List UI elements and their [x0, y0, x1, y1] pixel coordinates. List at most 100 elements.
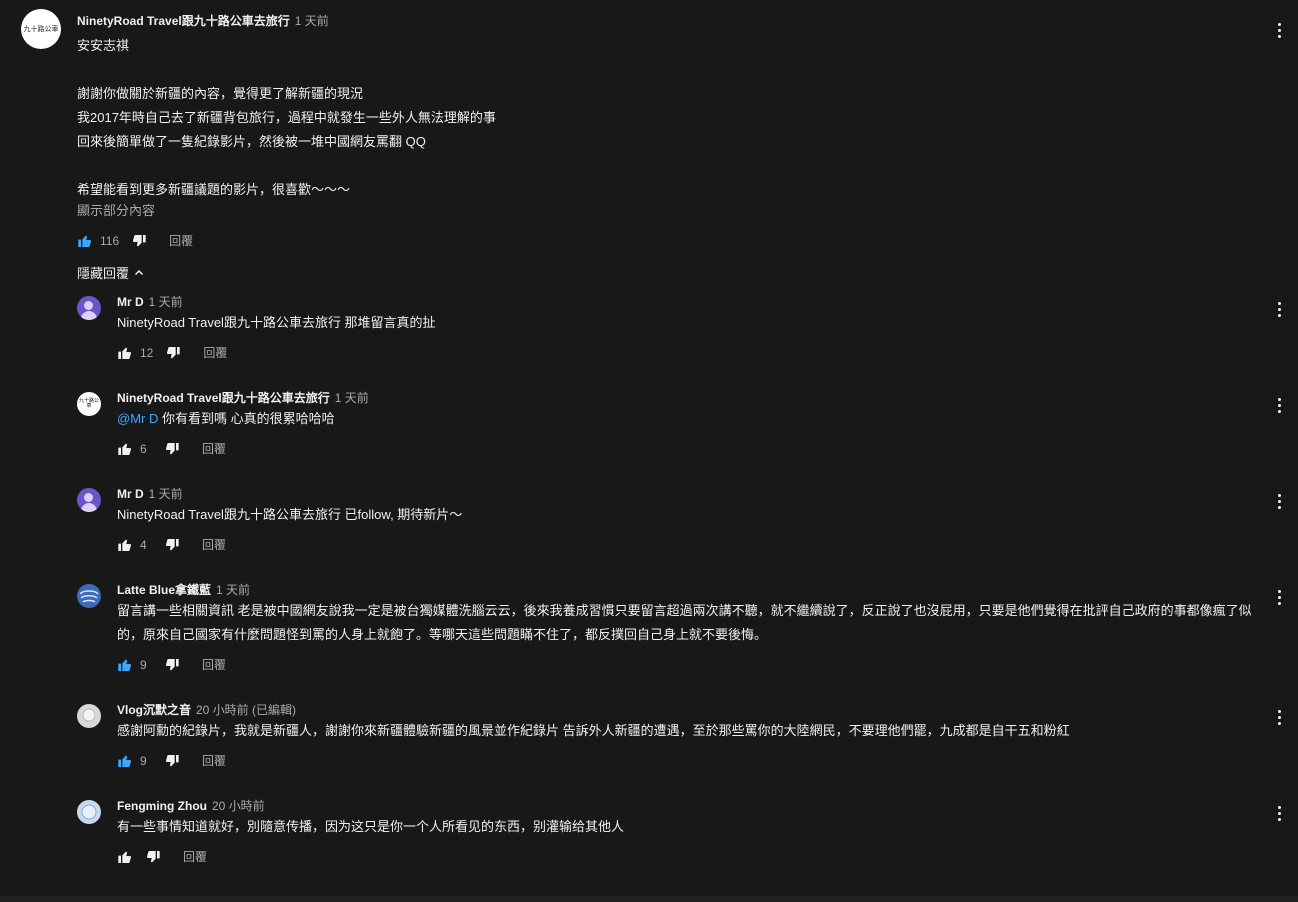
- reply-comment: Fengming Zhou 20 小時前 有一些事情知道就好，別隨意传播，因为这…: [0, 797, 1298, 893]
- more-actions-icon[interactable]: [1271, 802, 1287, 824]
- dislike-button[interactable]: [165, 345, 181, 361]
- like-button[interactable]: [117, 849, 133, 865]
- author-name[interactable]: NinetyRoad Travel跟九十路公車去旅行: [77, 12, 290, 29]
- thumbs-up-icon: [118, 443, 132, 455]
- author-name[interactable]: Fengming Zhou: [117, 799, 207, 813]
- reply-button[interactable]: 回覆: [202, 440, 226, 457]
- comment-header: Mr D 1 天前: [117, 485, 183, 502]
- show-more-link[interactable]: 顯示部分內容: [77, 200, 155, 219]
- more-actions-icon[interactable]: [1271, 298, 1287, 320]
- like-button[interactable]: [117, 753, 133, 769]
- top-comment: 九十路公車 NinetyRoad Travel跟九十路公車去旅行 1 天前 安安…: [0, 0, 1298, 264]
- timestamp[interactable]: 1 天前: [295, 12, 329, 29]
- more-actions-icon[interactable]: [1271, 586, 1287, 608]
- avatar[interactable]: 九十路公車: [21, 9, 61, 49]
- hide-replies-label: 隱藏回覆: [77, 266, 130, 281]
- comment-body: 安安志祺 謝謝你做關於新疆的內容，覺得更了解新疆的現況 我2017年時自己去了新…: [77, 34, 797, 202]
- like-button[interactable]: [117, 441, 133, 457]
- like-count: 6: [140, 441, 147, 456]
- timestamp[interactable]: 20 小時前 (已編輯): [196, 701, 296, 718]
- like-button[interactable]: [77, 233, 93, 249]
- comment-line: 回來後簡單做了一隻紀錄影片，然後被一堆中國網友罵翻 QQ: [77, 134, 426, 149]
- reply-comment: 九十路公車 NinetyRoad Travel跟九十路公車去旅行 1 天前 @M…: [0, 389, 1298, 485]
- dislike-button[interactable]: [164, 753, 180, 769]
- thumbs-down-icon: [165, 442, 179, 454]
- thumbs-down-icon: [146, 850, 160, 862]
- more-actions-icon[interactable]: [1271, 394, 1287, 416]
- comment-header: Latte Blue拿鐵藍 1 天前: [117, 581, 250, 598]
- dislike-button[interactable]: [164, 657, 180, 673]
- avatar[interactable]: [77, 488, 101, 512]
- thumbs-down-icon: [165, 658, 179, 670]
- like-count: 12: [140, 345, 154, 360]
- chevron-up-icon: [134, 269, 144, 275]
- comment-body: NinetyRoad Travel跟九十路公車去旅行 那堆留言真的扯: [117, 311, 1262, 335]
- person-icon-head: [84, 493, 93, 502]
- author-name[interactable]: Mr D: [117, 295, 144, 309]
- comment-actions: 6 回覆: [117, 440, 226, 457]
- avatar-channel-text: 九十路公車: [78, 398, 99, 409]
- comment-actions: 9 回覆: [117, 656, 226, 673]
- reply-button[interactable]: 回覆: [183, 848, 207, 865]
- person-icon-body: [81, 311, 97, 320]
- like-button[interactable]: [117, 657, 133, 673]
- avatar[interactable]: [77, 704, 101, 728]
- dislike-button[interactable]: [164, 537, 180, 553]
- author-name[interactable]: Mr D: [117, 487, 144, 501]
- comment-actions: 9 回覆: [117, 752, 226, 769]
- like-button[interactable]: [117, 537, 133, 553]
- avatar-image: [79, 590, 99, 603]
- hide-replies-button[interactable]: 隱藏回覆: [77, 263, 145, 282]
- more-actions-icon[interactable]: [1271, 706, 1287, 728]
- reply-button[interactable]: 回覆: [202, 536, 226, 553]
- author-name[interactable]: NinetyRoad Travel跟九十路公車去旅行: [117, 389, 330, 406]
- timestamp[interactable]: 1 天前: [335, 389, 369, 406]
- author-name[interactable]: Latte Blue拿鐵藍: [117, 581, 211, 598]
- thumbs-down-icon: [167, 346, 181, 358]
- author-name[interactable]: Vlog沉默之音: [117, 701, 191, 718]
- thumbs-up-icon: [118, 755, 132, 767]
- comment-header: NinetyRoad Travel跟九十路公車去旅行 1 天前: [77, 12, 329, 29]
- avatar[interactable]: [77, 584, 101, 608]
- comment-actions: 116 回覆: [77, 232, 193, 249]
- reply-button[interactable]: 回覆: [202, 752, 226, 769]
- comment-text: 留言講一些相關資訊 老是被中國網友說我一定是被台獨媒體洗腦云云，後來我養成習慣只…: [117, 603, 1252, 642]
- comment-line: 希望能看到更多新疆議題的影片，很喜歡～～～: [77, 182, 351, 197]
- timestamp[interactable]: 20 小時前: [212, 797, 265, 814]
- reply-button[interactable]: 回覆: [203, 344, 227, 361]
- dislike-button[interactable]: [145, 849, 161, 865]
- like-count: 116: [100, 233, 120, 248]
- comment-text: NinetyRoad Travel跟九十路公車去旅行 那堆留言真的扯: [117, 315, 436, 330]
- timestamp[interactable]: 1 天前: [149, 485, 183, 502]
- more-actions-icon[interactable]: [1271, 19, 1287, 41]
- like-count: 9: [140, 657, 147, 672]
- like-count: 9: [140, 753, 147, 768]
- comment-body: 感謝阿勳的紀錄片，我就是新疆人，謝謝你來新疆體驗新疆的風景並作紀錄片 告訴外人新…: [117, 719, 1262, 743]
- comment-header: Fengming Zhou 20 小時前: [117, 797, 265, 814]
- comment-line: 安安志祺: [77, 38, 130, 53]
- thumbs-up-icon: [118, 851, 132, 863]
- comment-text: 你有看到嗎 心真的很累哈哈哈: [158, 411, 335, 426]
- thumbs-down-icon: [133, 234, 146, 246]
- reply-button[interactable]: 回覆: [169, 232, 193, 249]
- comment-actions: 12 回覆: [117, 344, 227, 361]
- timestamp[interactable]: 1 天前: [149, 293, 183, 310]
- comment-header: Vlog沉默之音 20 小時前 (已編輯): [117, 701, 296, 718]
- mention-link[interactable]: @Mr D: [117, 411, 158, 426]
- reply-comment: Mr D 1 天前 NinetyRoad Travel跟九十路公車去旅行 已fo…: [0, 485, 1298, 581]
- avatar[interactable]: 九十路公車: [77, 392, 101, 416]
- comment-header: Mr D 1 天前: [117, 293, 183, 310]
- dislike-button[interactable]: [164, 441, 180, 457]
- thumbs-up-icon: [118, 659, 132, 671]
- dislike-button[interactable]: [131, 233, 147, 249]
- timestamp[interactable]: 1 天前: [216, 581, 250, 598]
- more-actions-icon[interactable]: [1271, 490, 1287, 512]
- comment-actions: 4 回覆: [117, 536, 226, 553]
- avatar[interactable]: [77, 296, 101, 320]
- reply-button[interactable]: 回覆: [202, 656, 226, 673]
- avatar[interactable]: [77, 800, 101, 824]
- like-button[interactable]: [117, 345, 133, 361]
- comment-body: NinetyRoad Travel跟九十路公車去旅行 已follow, 期待新片…: [117, 503, 1262, 527]
- person-icon-body: [81, 503, 97, 512]
- comment-actions: 回覆: [117, 848, 207, 865]
